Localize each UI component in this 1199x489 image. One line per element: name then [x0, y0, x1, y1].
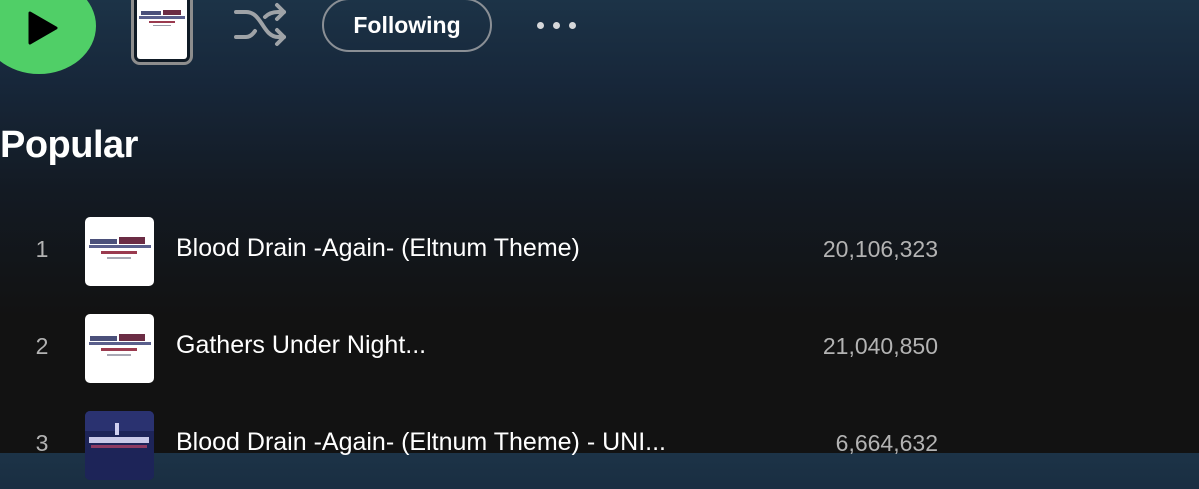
more-horizontal-icon-dot [552, 21, 560, 29]
track-title[interactable]: Blood Drain -Again- (Eltnum Theme) [176, 234, 580, 263]
track-index: 1 [35, 236, 49, 262]
more-options-button[interactable] [528, 10, 584, 40]
popular-section-title: Popular [0, 124, 138, 166]
album-art-logo [85, 411, 154, 480]
track-index: 2 [35, 333, 49, 359]
more-horizontal-icon [536, 21, 544, 29]
album-art-logo [89, 237, 151, 259]
album-art-logo [89, 334, 151, 356]
track-play-count: 21,040,850 [822, 333, 938, 359]
play-button[interactable] [0, 0, 96, 74]
more-horizontal-icon-dot [568, 21, 576, 29]
track-row[interactable]: 1 Blood Drain -Again- (Eltnum Theme) 20,… [0, 205, 1199, 295]
following-label: Following [353, 11, 461, 38]
track-album-art [85, 217, 154, 286]
track-play-count: 20,106,323 [822, 236, 938, 262]
track-album-art [85, 314, 154, 383]
album-art-logo [139, 10, 185, 26]
track-title[interactable]: Gathers Under Night... [176, 331, 426, 360]
album-art-image [137, 0, 187, 59]
shuffle-icon [234, 3, 286, 46]
following-button[interactable]: Following [322, 0, 492, 52]
track-album-art [85, 411, 154, 480]
play-icon [28, 11, 58, 45]
track-row[interactable]: 3 Blood Drain -Again- (Eltnum Theme) - U… [0, 399, 1199, 489]
track-row[interactable]: 2 Gathers Under Night... 21,040,850 [0, 302, 1199, 392]
artist-preview-thumbnail[interactable] [131, 0, 193, 65]
shuffle-button[interactable] [229, 0, 291, 50]
